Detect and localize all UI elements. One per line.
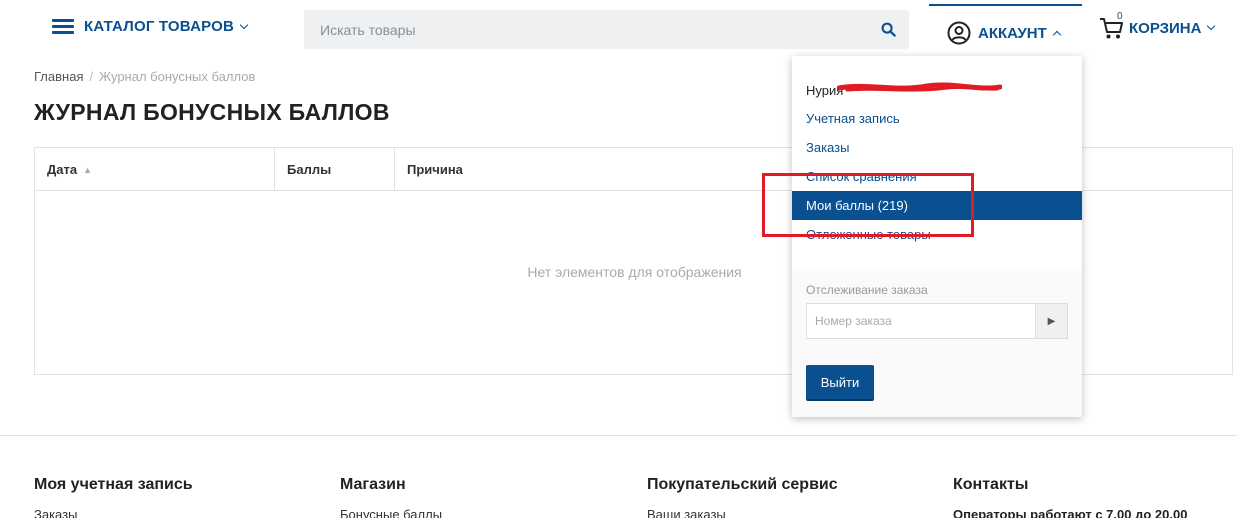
redaction-scribble bbox=[837, 82, 1002, 92]
menu-item-account[interactable]: Учетная запись bbox=[792, 104, 1082, 133]
catalog-button[interactable]: КАТАЛОГ ТОВАРОВ bbox=[52, 18, 249, 35]
breadcrumb-home-link[interactable]: Главная bbox=[34, 69, 83, 84]
footer-column-title: Моя учетная запись bbox=[34, 476, 193, 493]
catalog-label: КАТАЛОГ ТОВАРОВ bbox=[84, 18, 235, 35]
footer-column-contacts: Контакты Операторы работают с 7.00 до 20… bbox=[953, 476, 1187, 518]
cart-button[interactable]: 0 КОРЗИНА bbox=[1099, 11, 1216, 40]
column-header-label: Дата bbox=[47, 162, 78, 177]
track-submit-button[interactable]: ▶ bbox=[1035, 303, 1068, 339]
breadcrumb: Главная / Журнал бонусных баллов bbox=[34, 69, 255, 84]
search-icon[interactable] bbox=[881, 22, 896, 37]
cart-label: КОРЗИНА bbox=[1129, 19, 1202, 37]
menu-icon bbox=[52, 18, 74, 35]
footer-column-title: Магазин bbox=[340, 476, 406, 493]
chevron-down-icon bbox=[1207, 21, 1216, 31]
column-header-label: Баллы bbox=[287, 162, 332, 177]
footer-column-title: Контакты bbox=[953, 476, 1029, 493]
column-header-label: Причина bbox=[407, 162, 463, 177]
highlight-annotation bbox=[762, 173, 974, 237]
chevron-down-icon bbox=[239, 20, 249, 29]
account-button[interactable]: АККАУНТ bbox=[929, 4, 1082, 60]
breadcrumb-current: Журнал бонусных баллов bbox=[99, 69, 256, 84]
footer-column-customer-service: Покупательский сервис Ваши заказы bbox=[647, 476, 838, 518]
cart-icon: 0 bbox=[1099, 11, 1125, 40]
footer-link[interactable]: Заказы bbox=[34, 507, 193, 518]
chevron-up-icon bbox=[1052, 30, 1061, 39]
order-number-input[interactable] bbox=[806, 303, 1036, 339]
site-header: КАТАЛОГ ТОВАРОВ АККАУНТ 0 КОРЗИНА bbox=[0, 0, 1237, 60]
footer-divider bbox=[0, 435, 1237, 436]
order-tracking-label: Отслеживание заказа bbox=[806, 283, 928, 297]
footer-hours-text: Операторы работают с 7.00 до 20.00 bbox=[953, 507, 1188, 518]
footer-column-account: Моя учетная запись Заказы bbox=[34, 476, 193, 518]
logout-button[interactable]: Выйти bbox=[806, 365, 874, 401]
sort-ascending-icon: ▲ bbox=[83, 164, 93, 175]
user-icon bbox=[947, 21, 971, 45]
footer-link[interactable]: Бонусные баллы bbox=[340, 507, 442, 518]
menu-item-orders[interactable]: Заказы bbox=[792, 133, 1082, 162]
column-header-points[interactable]: Баллы bbox=[275, 148, 395, 191]
footer-column-store: Магазин Бонусные баллы bbox=[340, 476, 442, 518]
cart-count-badge: 0 bbox=[1117, 11, 1123, 22]
search-bar bbox=[304, 10, 909, 49]
search-input[interactable] bbox=[304, 10, 844, 49]
page-title: ЖУРНАЛ БОНУСНЫХ БАЛЛОВ bbox=[34, 99, 390, 125]
account-label: АККАУНТ bbox=[978, 24, 1047, 42]
breadcrumb-separator: / bbox=[89, 69, 94, 84]
column-header-date[interactable]: Дата ▲ bbox=[35, 148, 275, 191]
footer-column-title: Покупательский сервис bbox=[647, 476, 838, 493]
footer-link[interactable]: Ваши заказы bbox=[647, 507, 838, 518]
